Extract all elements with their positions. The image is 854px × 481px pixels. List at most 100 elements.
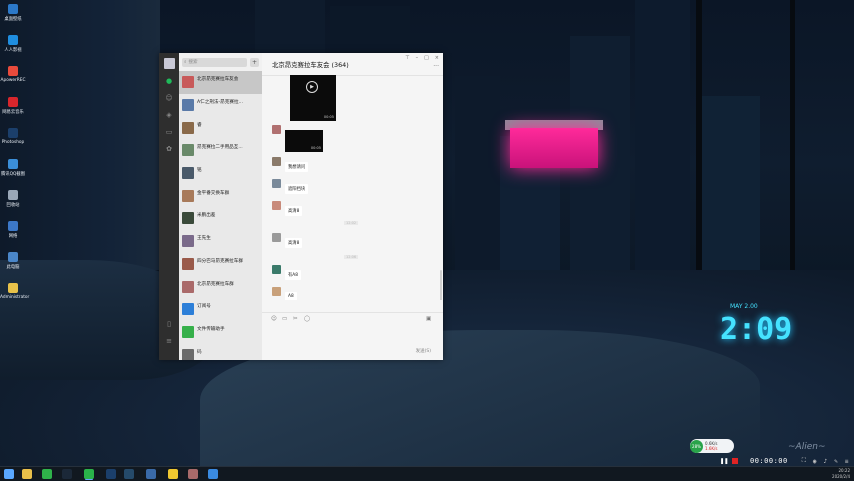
message-bubble[interactable]: 高清8 — [285, 206, 303, 216]
message-bubble[interactable]: 高清8 — [285, 238, 303, 248]
conversation-avatar — [182, 144, 194, 157]
message-video[interactable]: ▶ 00:05 — [290, 75, 336, 121]
taskbar-qqmusic-icon[interactable] — [168, 469, 178, 479]
video-call-icon[interactable]: ▣ — [426, 316, 431, 322]
timestamp: 12:02 — [344, 221, 359, 225]
video-thumbnail[interactable]: 00:05 — [285, 130, 323, 152]
sender-avatar[interactable] — [272, 265, 281, 274]
pause-icon[interactable]: ❚❚ — [720, 457, 728, 465]
conversation-item[interactable]: 四分巴马昂克赛拉车群 — [179, 253, 262, 276]
minimize-icon[interactable]: – — [416, 55, 419, 61]
message-bubble[interactable]: 遮阳挡块 — [285, 184, 309, 194]
close-icon[interactable]: × — [435, 55, 439, 61]
taskbar-network-icon[interactable] — [208, 469, 218, 479]
plus-icon[interactable]: + — [250, 57, 259, 67]
tray-date[interactable]: 2020/2/4 — [832, 474, 850, 479]
taskbar-360-icon[interactable] — [42, 469, 52, 479]
desktop-icon[interactable]: 桌面壁纸 — [0, 4, 26, 30]
message-area[interactable]: ▶ 00:05 00:05 我想请问 遮阳挡块 高清8 12:02 高清8 12… — [262, 75, 443, 300]
desktop-icon[interactable]: 网易云音乐 — [0, 97, 26, 123]
stop-icon[interactable] — [732, 458, 738, 464]
folder-icon[interactable]: ▭ — [165, 128, 173, 136]
message-bubble[interactable]: 我想请问 — [285, 162, 309, 172]
chat-bubble-icon[interactable]: ● — [165, 77, 173, 85]
conversation-item[interactable]: 订阅号 — [179, 298, 262, 321]
message-bubble[interactable]: 有A8 — [285, 270, 301, 280]
taskbar-steam-icon[interactable] — [62, 469, 72, 479]
camera-icon[interactable]: ◉ — [813, 458, 817, 465]
cube-icon[interactable]: ◈ — [165, 111, 173, 119]
conversation-item[interactable]: 王先生 — [179, 230, 262, 253]
conversation-item[interactable]: 北京昂克赛拉车群 — [179, 275, 262, 298]
sender-avatar[interactable] — [272, 157, 281, 166]
message-video[interactable]: 00:05 — [272, 125, 323, 152]
conversation-item[interactable]: A仁之刑法-昂克赛拉... — [179, 94, 262, 117]
sender-avatar[interactable] — [272, 179, 281, 188]
conversation-name: 米鹏出差 — [197, 213, 216, 219]
sender-avatar[interactable] — [272, 201, 281, 210]
aperture-icon[interactable]: ✿ — [165, 145, 173, 153]
maximize-icon[interactable]: □ — [424, 55, 429, 61]
chat-history-icon[interactable]: ◯ — [304, 316, 310, 322]
conversation-item[interactable]: 北京昂克赛拉车友会 — [179, 71, 262, 94]
sender-avatar[interactable] — [272, 125, 281, 134]
message-text[interactable]: 有A8 — [272, 265, 301, 280]
app-icon — [8, 97, 18, 107]
edit-icon[interactable]: ✎ — [834, 458, 838, 465]
message-text[interactable]: 高清8 — [272, 201, 303, 216]
conversation-item[interactable]: 文件传输助手 — [179, 321, 262, 344]
menu-icon[interactable]: ≡ — [165, 337, 173, 345]
desktop-icon[interactable]: Photoshop — [0, 128, 26, 154]
conversation-item[interactable]: 金平番交换车群 — [179, 184, 262, 207]
taskbar-explorer-icon[interactable] — [22, 469, 32, 479]
taskbar-start-icon[interactable] — [4, 469, 14, 479]
conversation-item[interactable]: 睿 — [179, 116, 262, 139]
conversation-name: 四分巴马昂克赛拉车群 — [197, 258, 243, 264]
sender-avatar[interactable] — [272, 233, 281, 242]
desktop-icon[interactable]: 回收站 — [0, 190, 26, 216]
taskbar-photoshop-icon[interactable] — [106, 469, 116, 479]
user-avatar[interactable] — [163, 58, 175, 69]
message-input[interactable] — [262, 323, 443, 347]
sender-avatar[interactable] — [272, 287, 281, 296]
emoji-icon[interactable]: ☺ — [271, 316, 277, 322]
conversation-name: 睿 — [197, 122, 202, 128]
desktop-icon[interactable]: ApowerREC — [0, 66, 26, 92]
desktop-icon[interactable]: 人人影视 — [0, 35, 26, 61]
taskbar-avatar-icon[interactable] — [188, 469, 198, 479]
desktop-icon[interactable]: 腾讯QQ截图 — [0, 159, 26, 185]
menu-icon[interactable]: ≡ — [845, 458, 849, 465]
tray-time[interactable]: 20:22 — [838, 468, 850, 473]
wechat-nav-rail: ● ☺ ◈ ▭ ✿ ▯ ≡ — [159, 53, 179, 360]
message-text[interactable]: A8 — [272, 287, 297, 300]
conversation-item[interactable]: 米鹏出差 — [179, 207, 262, 230]
desktop-icon[interactable]: 此电脑 — [0, 252, 26, 278]
conversation-item[interactable]: 码 — [179, 343, 262, 360]
conversation-item[interactable]: 铭 — [179, 162, 262, 185]
network-speed-widget[interactable]: 28% 0.6K/s 1.6K/s — [690, 439, 734, 453]
desktop-icon[interactable]: Administrator — [0, 283, 29, 309]
video-thumbnail[interactable]: ▶ 00:05 — [290, 75, 336, 121]
conversation-name: 铭 — [197, 168, 202, 174]
message-bubble[interactable]: A8 — [285, 292, 297, 300]
scissors-icon[interactable]: ✂ — [293, 316, 298, 322]
search-input[interactable]: ⌕ 搜索 — [182, 57, 247, 67]
phone-icon[interactable]: ▯ — [165, 320, 173, 328]
taskbar-wechat-icon[interactable] — [84, 469, 94, 479]
taskbar-steam2-icon[interactable] — [124, 469, 134, 479]
microphone-icon[interactable]: ♪ — [824, 458, 828, 465]
desktop-icon[interactable]: 网络 — [0, 221, 26, 247]
message-text[interactable]: 我想请问 — [272, 157, 309, 172]
folder-icon[interactable]: ▭ — [282, 316, 287, 322]
fullscreen-icon[interactable]: ⛶ — [802, 457, 806, 465]
pin-icon[interactable]: ⊤ — [405, 55, 409, 61]
contacts-icon[interactable]: ☺ — [165, 94, 173, 102]
more-icon[interactable]: ··· — [433, 63, 439, 70]
message-text[interactable]: 遮阳挡块 — [272, 179, 309, 194]
conversation-item[interactable]: 昂克赛拉二手用品互... — [179, 139, 262, 162]
message-text[interactable]: 高清8 — [272, 233, 303, 248]
chat-scrollbar[interactable] — [440, 270, 442, 300]
send-button[interactable]: 发送(S) — [416, 348, 431, 354]
taskbar-vs-icon[interactable] — [146, 469, 156, 479]
play-icon[interactable]: ▶ — [306, 81, 318, 93]
